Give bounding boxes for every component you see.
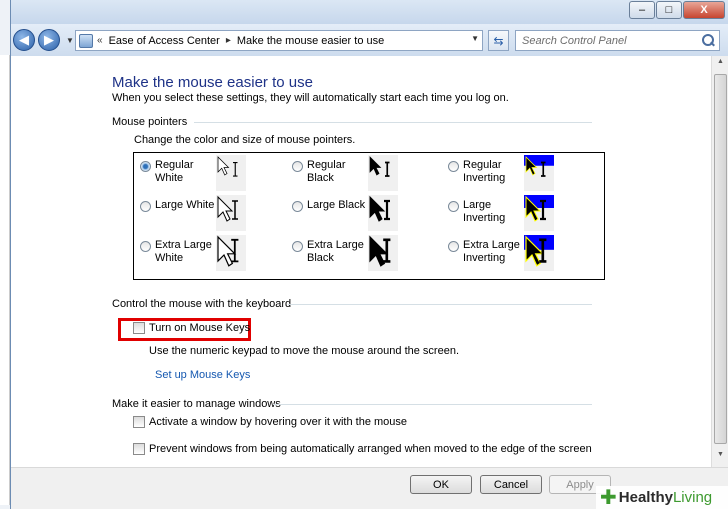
forward-arrow-icon[interactable]: ▶ xyxy=(38,29,60,51)
pointer-preview-inverting-extra-large xyxy=(524,235,554,271)
page-title: Make the mouse easier to use xyxy=(112,74,313,91)
pointer-preview-inverting-large xyxy=(524,195,554,231)
pointer-option-label[interactable]: Regular Inverting xyxy=(463,159,531,185)
scroll-up-icon[interactable]: ▲ xyxy=(714,58,727,72)
pointer-option-radio[interactable] xyxy=(448,161,459,172)
pointer-option[interactable]: Regular Black xyxy=(292,159,375,185)
scrollbar-thumb[interactable] xyxy=(714,74,727,444)
prevent-arrange-checkbox-box[interactable] xyxy=(133,443,145,455)
pointer-option-radio[interactable] xyxy=(292,201,303,212)
search-icon[interactable] xyxy=(699,32,717,50)
hover-activate-label[interactable]: Activate a window by hovering over it wi… xyxy=(149,416,407,428)
minimize-button[interactable]: – xyxy=(629,1,655,19)
breadcrumb-chevron-icon[interactable]: ▸ xyxy=(226,35,231,46)
search-input[interactable]: Search Control Panel xyxy=(515,30,720,51)
plus-icon: ✚ xyxy=(600,487,617,509)
pointer-option[interactable]: Large White xyxy=(140,199,223,212)
pointer-option-label[interactable]: Extra Large White xyxy=(155,239,223,265)
page-description: When you select these settings, they wil… xyxy=(112,92,509,104)
pointer-option[interactable]: Extra Large Black xyxy=(292,239,375,265)
mouse-keys-checkbox-box[interactable] xyxy=(133,322,145,334)
pointer-option-radio[interactable] xyxy=(448,201,459,212)
refresh-button[interactable]: ⇆ xyxy=(488,30,509,51)
mouse-keys-description: Use the numeric keypad to move the mouse… xyxy=(149,345,460,357)
pointer-option-radio[interactable] xyxy=(292,241,303,252)
pointer-options-box: Regular White Regular Black Regular Invertin… xyxy=(133,152,605,280)
breadcrumb-current[interactable]: Make the mouse easier to use xyxy=(237,35,384,47)
ok-button[interactable]: OK xyxy=(410,475,472,494)
pointer-preview-inverting-regular xyxy=(524,155,554,191)
pointer-preview-white-regular xyxy=(216,155,246,191)
close-button[interactable]: X xyxy=(683,1,725,19)
watermark-logo: ✚ Healthy Living xyxy=(596,486,728,509)
pointer-option-label[interactable]: Large Black xyxy=(307,199,375,212)
mouse-pointers-description: Change the color and size of mouse point… xyxy=(134,134,356,146)
mouse-pointers-heading: Mouse pointers xyxy=(112,116,188,128)
hover-activate-checkbox[interactable]: Activate a window by hovering over it wi… xyxy=(133,416,407,428)
pointer-option[interactable]: Extra Large White xyxy=(140,239,223,265)
watermark-text-living: Living xyxy=(672,489,713,506)
address-dropdown-icon[interactable]: ▼ xyxy=(471,34,479,43)
refresh-icon: ⇆ xyxy=(493,33,504,48)
mouse-keys-label[interactable]: Turn on Mouse Keys xyxy=(149,322,250,334)
breadcrumb-ease-of-access[interactable]: Ease of Access Center xyxy=(109,35,220,47)
pointer-option[interactable]: Large Inverting xyxy=(448,199,531,225)
cancel-button[interactable]: Cancel xyxy=(480,475,542,494)
pointer-option[interactable]: Regular Inverting xyxy=(448,159,531,185)
section-divider xyxy=(288,304,592,305)
mouse-keys-checkbox[interactable]: Turn on Mouse Keys xyxy=(133,322,250,334)
pointer-option-radio[interactable] xyxy=(140,241,151,252)
pointer-option-label[interactable]: Large White xyxy=(155,199,223,212)
pointer-option[interactable]: Extra Large Inverting xyxy=(448,239,531,265)
vertical-scrollbar[interactable]: ▲ ▼ xyxy=(711,56,728,467)
background-window-edge xyxy=(0,55,10,505)
title-bar[interactable]: – □ X xyxy=(11,0,728,24)
back-arrow-icon[interactable]: ◀ xyxy=(13,29,35,51)
setup-mouse-keys-link[interactable]: Set up Mouse Keys xyxy=(155,369,250,381)
address-bar[interactable]: « Ease of Access Center ▸ Make the mouse… xyxy=(75,30,483,51)
pointer-option-radio[interactable] xyxy=(448,241,459,252)
pointer-option-label[interactable]: Regular Black xyxy=(307,159,375,185)
pointer-option-label[interactable]: Extra Large Inverting xyxy=(463,239,531,265)
control-panel-window: – □ X ◀ ▶ ▼ « Ease of Access Center ▸ Ma… xyxy=(10,0,728,509)
pointer-option[interactable]: Regular White xyxy=(140,159,223,185)
pointer-preview-black-regular xyxy=(368,155,398,191)
scroll-down-icon[interactable]: ▼ xyxy=(714,451,727,465)
pointer-option-label[interactable]: Extra Large Black xyxy=(307,239,375,265)
windows-heading: Make it easier to manage windows xyxy=(112,398,281,410)
main-content: Make the mouse easier to use When you se… xyxy=(11,56,711,467)
keyboard-heading: Control the mouse with the keyboard xyxy=(112,298,292,310)
breadcrumb-separator: « xyxy=(97,35,103,46)
control-panel-icon xyxy=(79,33,93,48)
pointer-preview-white-large xyxy=(216,195,246,231)
section-divider xyxy=(194,122,592,123)
prevent-arrange-label[interactable]: Prevent windows from being automatically… xyxy=(149,443,592,455)
pointer-option[interactable]: Large Black xyxy=(292,199,375,212)
prevent-arrange-checkbox[interactable]: Prevent windows from being automatically… xyxy=(133,443,592,455)
pointer-preview-white-extra-large xyxy=(216,235,246,271)
watermark-text-healthy: Healthy xyxy=(618,489,673,506)
pointer-option-radio[interactable] xyxy=(292,161,303,172)
pointer-option-label[interactable]: Regular White xyxy=(155,159,223,185)
pointer-preview-black-extra-large xyxy=(368,235,398,271)
hover-activate-checkbox-box[interactable] xyxy=(133,416,145,428)
maximize-button[interactable]: □ xyxy=(656,1,682,19)
pointer-option-label[interactable]: Large Inverting xyxy=(463,199,531,225)
navigation-bar: ◀ ▶ ▼ « Ease of Access Center ▸ Make the… xyxy=(11,24,728,56)
pointer-option-radio[interactable] xyxy=(140,161,151,172)
search-placeholder: Search Control Panel xyxy=(522,34,627,47)
section-divider xyxy=(273,404,592,405)
pointer-option-radio[interactable] xyxy=(140,201,151,212)
pointer-preview-black-large xyxy=(368,195,398,231)
recent-pages-dropdown[interactable]: ▼ xyxy=(66,36,74,45)
